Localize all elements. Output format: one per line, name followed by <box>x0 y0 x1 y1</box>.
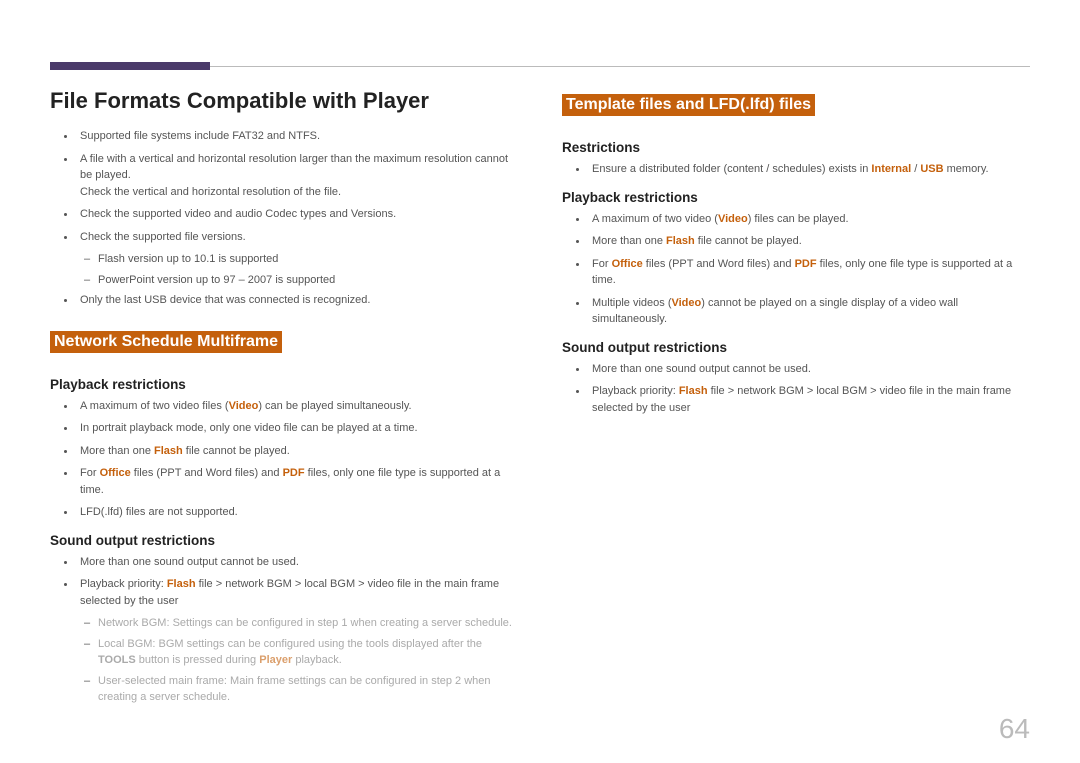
list-item: Playback priority: Flash file > network … <box>588 383 1030 416</box>
text: A maximum of two video ( <box>592 213 718 225</box>
text: Multiple videos ( <box>592 297 671 309</box>
list-item: A maximum of two video files (Video) can… <box>76 398 518 415</box>
text: Playback priority: <box>592 385 679 397</box>
keyword-flash: Flash <box>679 385 708 397</box>
list-item: Check the supported video and audio Code… <box>76 206 518 223</box>
text: button is pressed during <box>136 654 260 666</box>
subsection-sound: Sound output restrictions <box>562 340 1030 355</box>
playback-list: A maximum of two video files (Video) can… <box>50 398 518 521</box>
text: More than one <box>592 235 666 247</box>
text: files (PPT and Word files) and <box>131 467 283 479</box>
text: Local BGM: BGM settings can be configure… <box>98 638 482 650</box>
subsection-restrictions: Restrictions <box>562 140 1030 155</box>
keyword-flash: Flash <box>167 578 196 590</box>
text: For <box>592 258 612 270</box>
list-item: Check the supported file versions. <box>76 229 518 246</box>
text: More than one <box>80 445 154 457</box>
right-column: Template files and LFD(.lfd) files Restr… <box>562 88 1030 710</box>
list-item: Only the last USB device that was connec… <box>76 292 518 309</box>
text: A maximum of two video files ( <box>80 400 229 412</box>
keyword-player: Player <box>259 654 292 666</box>
text: memory. <box>944 163 989 175</box>
keyword-video: Video <box>718 213 748 225</box>
text: / <box>911 163 920 175</box>
subsection-playback: Playback restrictions <box>50 377 518 392</box>
keyword-video: Video <box>671 297 701 309</box>
keyword-office: Office <box>100 467 131 479</box>
intro-list: Supported file systems include FAT32 and… <box>50 128 518 245</box>
list-item: More than one Flash file cannot be playe… <box>588 233 1030 250</box>
text: ) can be played simultaneously. <box>258 400 411 412</box>
text: playback. <box>292 654 342 666</box>
list-item: For Office files (PPT and Word files) an… <box>588 256 1030 289</box>
sound-sublist: Network BGM: Settings can be configured … <box>84 615 518 706</box>
text: A file with a vertical and horizontal re… <box>80 153 508 182</box>
list-item: More than one sound output cannot be use… <box>76 554 518 571</box>
text: For <box>80 467 100 479</box>
text: file cannot be played. <box>695 235 802 247</box>
left-column: File Formats Compatible with Player Supp… <box>50 88 518 710</box>
sound-list: More than one sound output cannot be use… <box>50 554 518 610</box>
keyword-pdf: PDF <box>795 258 817 270</box>
sound-list: More than one sound output cannot be use… <box>562 361 1030 417</box>
list-item: LFD(.lfd) files are not supported. <box>76 504 518 521</box>
header-accent <box>50 62 210 70</box>
keyword-video: Video <box>229 400 259 412</box>
keyword-pdf: PDF <box>283 467 305 479</box>
version-sublist: Flash version up to 10.1 is supported Po… <box>84 251 518 288</box>
section-heading-network: Network Schedule Multiframe <box>50 331 282 353</box>
list-item: More than one Flash file cannot be playe… <box>76 443 518 460</box>
page-number: 64 <box>999 713 1030 745</box>
list-item: Flash version up to 10.1 is supported <box>84 251 518 268</box>
text: ) files can be played. <box>748 213 849 225</box>
list-item: For Office files (PPT and Word files) an… <box>76 465 518 498</box>
section-heading-template: Template files and LFD(.lfd) files <box>562 94 815 116</box>
list-item: Multiple videos (Video) cannot be played… <box>588 295 1030 328</box>
list-item: A maximum of two video (Video) files can… <box>588 211 1030 228</box>
keyword-flash: Flash <box>666 235 695 247</box>
list-item: Local BGM: BGM settings can be configure… <box>84 636 518 669</box>
text: file cannot be played. <box>183 445 290 457</box>
keyword-usb: USB <box>920 163 943 175</box>
list-item: Network BGM: Settings can be configured … <box>84 615 518 632</box>
keyword-office: Office <box>612 258 643 270</box>
text: files (PPT and Word files) and <box>643 258 795 270</box>
keyword-tools: TOOLS <box>98 654 136 666</box>
page-content: File Formats Compatible with Player Supp… <box>50 48 1030 710</box>
list-item: Supported file systems include FAT32 and… <box>76 128 518 145</box>
keyword-flash: Flash <box>154 445 183 457</box>
keyword-internal: Internal <box>871 163 911 175</box>
subsection-sound: Sound output restrictions <box>50 533 518 548</box>
page-title: File Formats Compatible with Player <box>50 88 518 114</box>
subsection-playback: Playback restrictions <box>562 190 1030 205</box>
text: Ensure a distributed folder (content / s… <box>592 163 871 175</box>
list-item: Ensure a distributed folder (content / s… <box>588 161 1030 178</box>
list-item: In portrait playback mode, only one vide… <box>76 420 518 437</box>
list-item: A file with a vertical and horizontal re… <box>76 151 518 201</box>
restrictions-list: Ensure a distributed folder (content / s… <box>562 161 1030 178</box>
list-item: PowerPoint version up to 97 – 2007 is su… <box>84 272 518 289</box>
list-item: User-selected main frame: Main frame set… <box>84 673 518 706</box>
playback-list: A maximum of two video (Video) files can… <box>562 211 1030 328</box>
intro-list-cont: Only the last USB device that was connec… <box>50 292 518 309</box>
text: Playback priority: <box>80 578 167 590</box>
text: Check the vertical and horizontal resolu… <box>80 186 341 198</box>
list-item: More than one sound output cannot be use… <box>588 361 1030 378</box>
list-item: Playback priority: Flash file > network … <box>76 576 518 609</box>
